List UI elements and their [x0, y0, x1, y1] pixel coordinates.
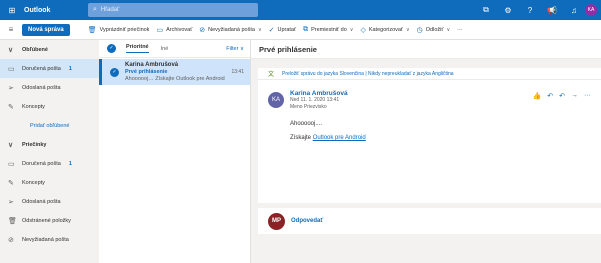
folder-item-inbox[interactable]: ▭ Doručená pošta 1 [0, 154, 99, 173]
message-subject: Prvé prihlásenie [125, 69, 168, 75]
folder-item-junk[interactable]: ⊘ Nevyžiadaná pošta [0, 230, 99, 249]
unread-count: 1 [68, 65, 72, 72]
message-card: 文 Preložiť správu do jazyka Slovenčina | … [258, 68, 601, 203]
top-bar: ⊞ Outlook ⌕ Hľadať ⧉ ⚙ ? 📢 ♫ KA [0, 0, 601, 20]
translate-bar[interactable]: 文 Preložiť správu do jazyka Slovenčina | … [258, 68, 601, 80]
my-avatar: MP [268, 212, 285, 230]
sender-name[interactable]: Karina Ambrušová [290, 90, 348, 97]
notification-icon[interactable]: ♫ [563, 6, 585, 15]
tag-icon: ◇ [360, 26, 366, 34]
chevron-down-icon: ∨ [257, 26, 262, 33]
snooze-button[interactable]: ◷ Odložiť ∨ [417, 26, 450, 34]
fav-item-inbox[interactable]: ▭ Doručená pošta 1 [0, 59, 99, 78]
settings-icon[interactable]: ⚙ [497, 6, 519, 15]
message-time: 13:41 [231, 69, 244, 75]
message-preview: Ahoooooj… Získajte Outlook pre Android [125, 76, 225, 82]
move-icon: ⧉ [303, 25, 309, 33]
categorize-button[interactable]: ◇ Kategorizovať ∨ [360, 26, 409, 34]
recipient-name[interactable]: Meno Priezvisko [290, 104, 348, 111]
user-avatar[interactable]: KA [585, 4, 597, 16]
chevron-down-icon: ∨ [406, 26, 410, 33]
pencil-icon: ✎ [8, 179, 14, 187]
block-icon: ⊘ [199, 26, 206, 34]
message-body: Ahoooooj.... Získajte Outlook pre Androi… [258, 117, 601, 145]
fav-item-sent[interactable]: ➢ Odoslaná pošta [0, 78, 99, 97]
chevron-down-icon: ∨ [8, 46, 14, 54]
folder-item-sent[interactable]: ➢ Odoslaná pošta [0, 192, 99, 211]
more-actions-button[interactable]: ··· [457, 27, 463, 33]
block-icon: ⊘ [8, 236, 14, 244]
message-summary: Karina Ambrušová Prvé prihlásenie 13:41 … [125, 62, 244, 85]
folder-pane: ∨ Obľúbené ▭ Doručená pošta 1 ➢ Odoslaná poš… [0, 40, 99, 263]
favorites-header[interactable]: ∨ Obľúbené [0, 40, 99, 59]
trash-icon: 🗑 [8, 217, 17, 225]
folder-item-deleted[interactable]: 🗑 Odstránené položky [0, 211, 99, 230]
reply-bar[interactable]: MP Odpovedať [258, 208, 601, 234]
message-actions: 👍 ↶ ↶ → ··· [533, 92, 591, 111]
folders-header[interactable]: ∨ Priečinky [0, 135, 99, 154]
search-icon: ⌕ [93, 6, 97, 13]
sender-info: Karina Ambrušová Ned 11. 1. 2020 13:41 M… [290, 90, 348, 111]
new-message-button[interactable]: Nová správa [22, 23, 70, 36]
outlook-android-link[interactable]: Outlook pre Android [313, 135, 366, 141]
more-icon[interactable]: ··· [584, 92, 591, 111]
pencil-icon: ✎ [8, 103, 14, 111]
reply-all-icon[interactable]: ↶ [559, 92, 565, 111]
reply-button[interactable]: Odpovedať [291, 218, 323, 224]
message-list: ✓ Prioritné Iné Filter ∨ ✓ Karina Ambruš… [99, 40, 251, 263]
search-input[interactable]: ⌕ Hľadať [88, 3, 258, 17]
fav-item-drafts[interactable]: ✎ Koncepty [0, 97, 99, 116]
list-item[interactable]: ✓ Karina Ambrušová Prvé prihlásenie 13:4… [99, 59, 250, 85]
message-list-header: ✓ Prioritné Iné Filter ∨ [99, 40, 250, 58]
junk-button[interactable]: ⊘ Nevyžiadaná pošta ∨ [199, 26, 261, 34]
help-icon[interactable]: ? [519, 6, 541, 15]
chevron-down-icon: ∨ [446, 26, 451, 33]
body-line: Získajte Outlook pre Android [290, 135, 366, 141]
trash-icon: 🗑 [87, 26, 97, 34]
sender-avatar[interactable]: KA [268, 92, 284, 108]
send-icon: ➢ [8, 84, 14, 92]
search-placeholder: Hľadať [100, 7, 120, 13]
sender-row: KA Karina Ambrušová Ned 11. 1. 2020 13:4… [258, 80, 601, 111]
message-subject-row: Prvé prihlásenie 13:41 [125, 69, 244, 76]
app-launcher-icon[interactable]: ⊞ [0, 0, 24, 20]
inbox-icon: ▭ [8, 65, 15, 73]
skype-icon[interactable]: ⧉ [475, 5, 497, 15]
reply-icon[interactable]: ↶ [547, 92, 553, 111]
inbox-icon: ▭ [8, 160, 15, 168]
reading-pane: Prvé prihlásenie 文 Preložiť správu do jaz… [251, 40, 601, 263]
megaphone-icon[interactable]: 📢 [541, 6, 563, 15]
clock-icon: ◷ [416, 26, 423, 34]
sweep-icon: ✓ [268, 26, 275, 34]
message-checkbox[interactable]: ✓ [110, 68, 119, 77]
hamburger-icon[interactable]: ≡ [0, 25, 22, 34]
move-to-button[interactable]: ⧉ Premiestniť do ∨ [303, 26, 353, 34]
message-date: Ned 11. 1. 2020 13:41 [290, 97, 340, 103]
send-icon: ➢ [8, 198, 14, 206]
body-greeting: Ahoooooj.... [290, 121, 323, 127]
translate-icon: 文 [268, 72, 275, 78]
chevron-down-icon: ∨ [349, 26, 354, 33]
tab-focused[interactable]: Prioritné [126, 44, 149, 53]
archive-button[interactable]: ▭ Archivovať [156, 26, 192, 34]
folder-item-drafts[interactable]: ✎ Koncepty [0, 173, 99, 192]
chevron-down-icon: ∨ [8, 141, 14, 149]
add-favorite-link[interactable]: Pridať obľúbené [0, 116, 99, 135]
unread-count: 1 [68, 160, 72, 167]
filter-button[interactable]: Filter ∨ [226, 46, 244, 52]
tab-other[interactable]: Iné [161, 46, 169, 52]
command-bar: ≡ Nová správa 🗑 Vyprázdniť priečinok ▭ Arc… [0, 20, 601, 40]
select-all-checkbox[interactable]: ✓ [107, 44, 116, 53]
sweep-button[interactable]: ✓ Upratať [269, 26, 296, 34]
like-icon[interactable]: 👍 [533, 92, 542, 111]
message-sender: Karina Ambrušová [125, 62, 179, 68]
archive-icon: ▭ [156, 26, 164, 34]
top-icons: ⧉ ⚙ ? 📢 ♫ KA [475, 0, 601, 20]
forward-icon[interactable]: → [571, 92, 578, 111]
empty-folder-button[interactable]: 🗑 Vyprázdniť priečinok [88, 26, 150, 34]
message-subject-heading: Prvé prihlásenie [251, 40, 601, 59]
